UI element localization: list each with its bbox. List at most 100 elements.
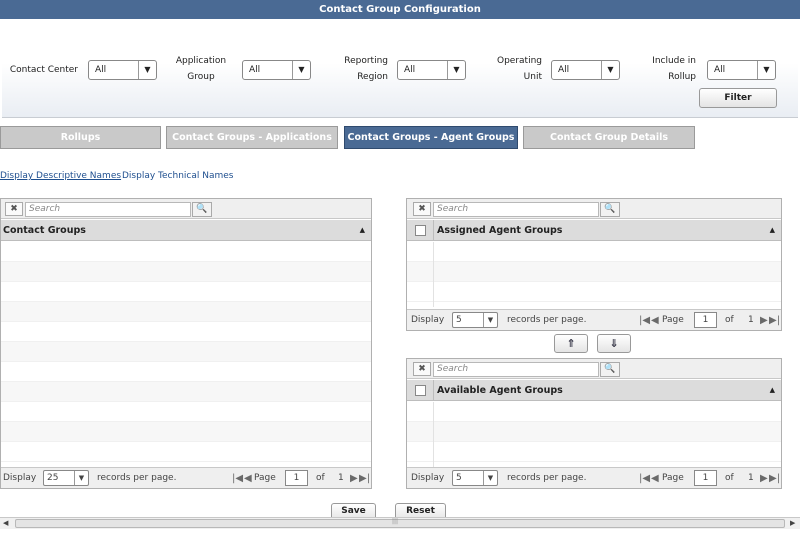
records-per-page-select[interactable]: 5 ▼: [452, 312, 498, 328]
records-per-page-label: records per page.: [507, 473, 587, 483]
table-row[interactable]: [407, 442, 781, 462]
first-page-icon[interactable]: |◀: [639, 310, 650, 331]
previous-page-icon[interactable]: ◀: [244, 468, 252, 489]
contact-center-select[interactable]: All ▼: [88, 60, 157, 80]
table-row[interactable]: [1, 242, 371, 262]
search-input[interactable]: Search: [433, 202, 599, 217]
display-label: Display: [3, 473, 37, 483]
per-page-value: 5: [456, 473, 462, 483]
per-page-value: 5: [456, 315, 462, 325]
of-label: of: [725, 315, 734, 325]
table-row[interactable]: [1, 302, 371, 322]
table-row[interactable]: [1, 422, 371, 442]
select-all-checkbox[interactable]: [415, 225, 426, 236]
column-header-available-agent-groups[interactable]: Available Agent Groups ▲: [407, 380, 781, 401]
column-header-contact-groups[interactable]: Contact Groups ▲: [1, 220, 371, 241]
table-row[interactable]: [1, 362, 371, 382]
tab-contact-groups-applications[interactable]: Contact Groups - Applications: [166, 126, 338, 149]
include-in-rollup-select[interactable]: All ▼: [707, 60, 776, 80]
chevron-down-icon: ▼: [447, 61, 465, 79]
sort-ascending-icon: ▲: [769, 226, 775, 234]
tab-contact-group-details[interactable]: Contact Group Details: [523, 126, 695, 149]
move-up-button[interactable]: ⇑: [554, 334, 588, 353]
contact-groups-panel: ✖ Search 🔍 Contact Groups ▲ Display 25 ▼…: [0, 198, 372, 489]
last-page-icon[interactable]: ▶|: [769, 468, 780, 489]
display-technical-names-link[interactable]: Display Technical Names: [122, 171, 233, 181]
table-row[interactable]: [1, 282, 371, 302]
table-row[interactable]: [407, 282, 781, 302]
clear-icon[interactable]: ✖: [5, 202, 23, 216]
horizontal-scrollbar[interactable]: ◀ ||| ▶: [0, 517, 800, 529]
previous-page-icon[interactable]: ◀: [651, 310, 659, 331]
clear-icon[interactable]: ✖: [413, 202, 431, 216]
table-row[interactable]: [1, 402, 371, 422]
total-pages: 1: [338, 473, 344, 483]
header-label: Available Agent Groups: [437, 385, 563, 396]
page-label: Page: [662, 315, 684, 325]
page-label: Page: [662, 473, 684, 483]
sort-ascending-icon: ▲: [769, 386, 775, 394]
previous-page-icon[interactable]: ◀: [651, 468, 659, 489]
display-label: Display: [411, 315, 445, 325]
application-group-select[interactable]: All ▼: [242, 60, 311, 80]
pagination-bar: Display 25 ▼ records per page. |◀ ◀ Page…: [1, 467, 371, 488]
assigned-agent-groups-panel: ✖ Search 🔍 Assigned Agent Groups ▲ Displ…: [406, 198, 782, 331]
search-icon[interactable]: 🔍: [192, 202, 212, 217]
operating-unit-select[interactable]: All ▼: [551, 60, 620, 80]
display-descriptive-names-link[interactable]: Display Descriptive Names: [0, 171, 121, 181]
chevron-down-icon: ▼: [138, 61, 156, 79]
next-page-icon[interactable]: ▶: [760, 468, 768, 489]
records-per-page-select[interactable]: 25 ▼: [43, 470, 89, 486]
scroll-right-icon[interactable]: ▶: [790, 518, 795, 529]
filter-button[interactable]: Filter: [699, 88, 777, 108]
column-divider: [433, 380, 434, 401]
table-row[interactable]: [407, 422, 781, 442]
table-row[interactable]: [407, 402, 781, 422]
table-row[interactable]: [1, 342, 371, 362]
search-input[interactable]: Search: [433, 362, 599, 377]
column-divider: [433, 242, 434, 307]
last-page-icon[interactable]: ▶|: [769, 310, 780, 331]
total-pages: 1: [748, 315, 754, 325]
chevron-down-icon: ▼: [292, 61, 310, 79]
contact-center-value: All: [95, 65, 107, 75]
page-number-input[interactable]: 1: [694, 312, 717, 328]
contact-groups-list: [1, 242, 371, 462]
search-input[interactable]: Search: [25, 202, 191, 217]
tab-rollups[interactable]: Rollups: [0, 126, 161, 149]
filter-label-include-in-rollup: Include in Rollup: [652, 56, 696, 82]
display-label: Display: [411, 473, 445, 483]
table-row[interactable]: [1, 382, 371, 402]
next-page-icon[interactable]: ▶: [760, 310, 768, 331]
header-label: Assigned Agent Groups: [437, 225, 563, 236]
table-row[interactable]: [1, 442, 371, 462]
filter-label-operating-unit: Operating Unit: [497, 56, 542, 82]
table-row[interactable]: [407, 242, 781, 262]
sort-ascending-icon: ▲: [359, 226, 365, 234]
tab-contact-groups-agent-groups[interactable]: Contact Groups - Agent Groups: [344, 126, 518, 149]
search-icon[interactable]: 🔍: [600, 202, 620, 217]
column-header-assigned-agent-groups[interactable]: Assigned Agent Groups ▲: [407, 220, 781, 241]
pagination-bar: Display 5 ▼ records per page. |◀ ◀ Page …: [407, 467, 781, 488]
page-number-input[interactable]: 1: [285, 470, 308, 486]
chevron-down-icon: ▼: [757, 61, 775, 79]
first-page-icon[interactable]: |◀: [639, 468, 650, 489]
page-number-input[interactable]: 1: [694, 470, 717, 486]
scroll-left-icon[interactable]: ◀: [3, 518, 8, 529]
application-group-value: All: [249, 65, 261, 75]
table-row[interactable]: [407, 262, 781, 282]
search-bar: ✖ Search 🔍: [407, 199, 781, 219]
scrollbar-thumb[interactable]: |||: [15, 518, 785, 528]
clear-icon[interactable]: ✖: [413, 362, 431, 376]
move-down-button[interactable]: ⇓: [597, 334, 631, 353]
grip-icon: |||: [392, 518, 399, 525]
first-page-icon[interactable]: |◀: [232, 468, 243, 489]
reporting-region-select[interactable]: All ▼: [397, 60, 466, 80]
next-page-icon[interactable]: ▶: [350, 468, 358, 489]
table-row[interactable]: [1, 322, 371, 342]
select-all-checkbox[interactable]: [415, 385, 426, 396]
table-row[interactable]: [1, 262, 371, 282]
last-page-icon[interactable]: ▶|: [359, 468, 370, 489]
records-per-page-select[interactable]: 5 ▼: [452, 470, 498, 486]
search-icon[interactable]: 🔍: [600, 362, 620, 377]
